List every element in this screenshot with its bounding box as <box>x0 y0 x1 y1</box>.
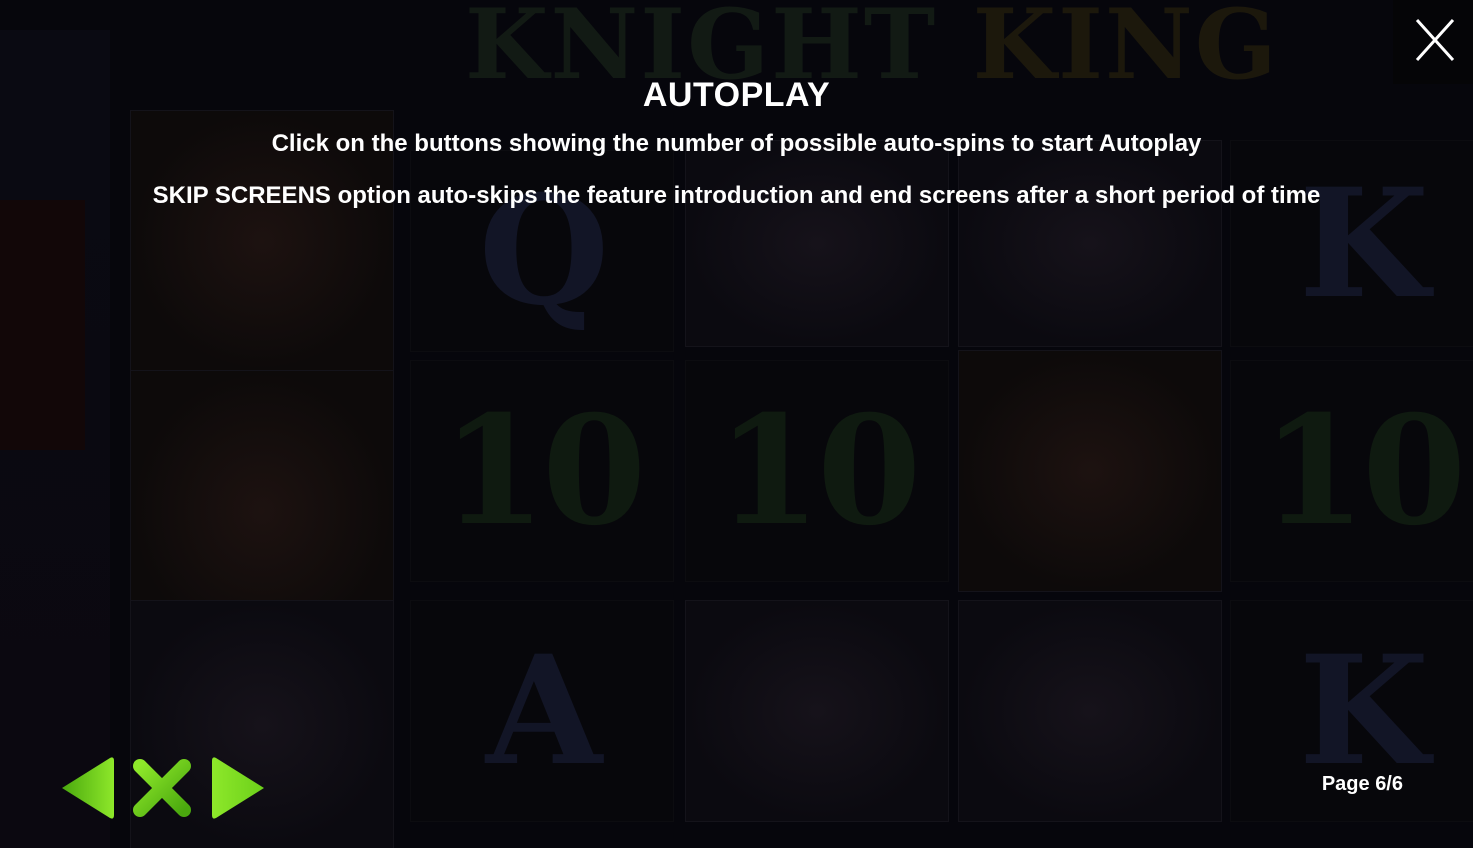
reel-symbol-q: Q <box>410 150 674 352</box>
reel-symbol-dragon <box>958 350 1222 592</box>
rules-text-autoplay: Click on the buttons showing the number … <box>271 130 1202 157</box>
reel-symbol-a: A <box>410 600 674 822</box>
side-panel-strip <box>0 200 85 450</box>
rules-text-skip-screens: SKIP SCREENS option auto-skips the featu… <box>152 182 1321 209</box>
exit-rules-button[interactable] <box>130 756 191 822</box>
game-backdrop: KNIGHT KING Q 10 A 10 K 10 K <box>0 0 1473 848</box>
symbol-10-glyph: 10 <box>1261 383 1467 559</box>
reel-symbol-k: K <box>1230 140 1473 347</box>
next-page-button[interactable] <box>210 756 270 822</box>
symbol-10-glyph: 10 <box>716 383 922 559</box>
reel-symbol-10: 10 <box>1230 360 1473 582</box>
symbol-10-glyph: 10 <box>441 383 647 559</box>
cross-icon <box>133 759 191 817</box>
symbol-a-glyph: A <box>485 623 602 799</box>
previous-page-button[interactable] <box>60 756 120 822</box>
reel-symbol-knight <box>685 600 949 822</box>
arrow-right-icon <box>212 757 264 819</box>
page-title: AUTOPLAY <box>642 76 831 114</box>
reel-symbol-knight <box>958 140 1222 347</box>
close-x-icon <box>1415 18 1455 62</box>
reel-symbol-10: 10 <box>685 360 949 582</box>
reel-symbol-prince <box>685 140 949 347</box>
close-button[interactable] <box>1393 0 1473 84</box>
arrow-left-icon <box>62 757 114 819</box>
reel-symbol-10: 10 <box>410 360 674 582</box>
page-indicator: Page 6/6 <box>1321 773 1403 795</box>
reel-symbol-knight <box>958 600 1222 822</box>
